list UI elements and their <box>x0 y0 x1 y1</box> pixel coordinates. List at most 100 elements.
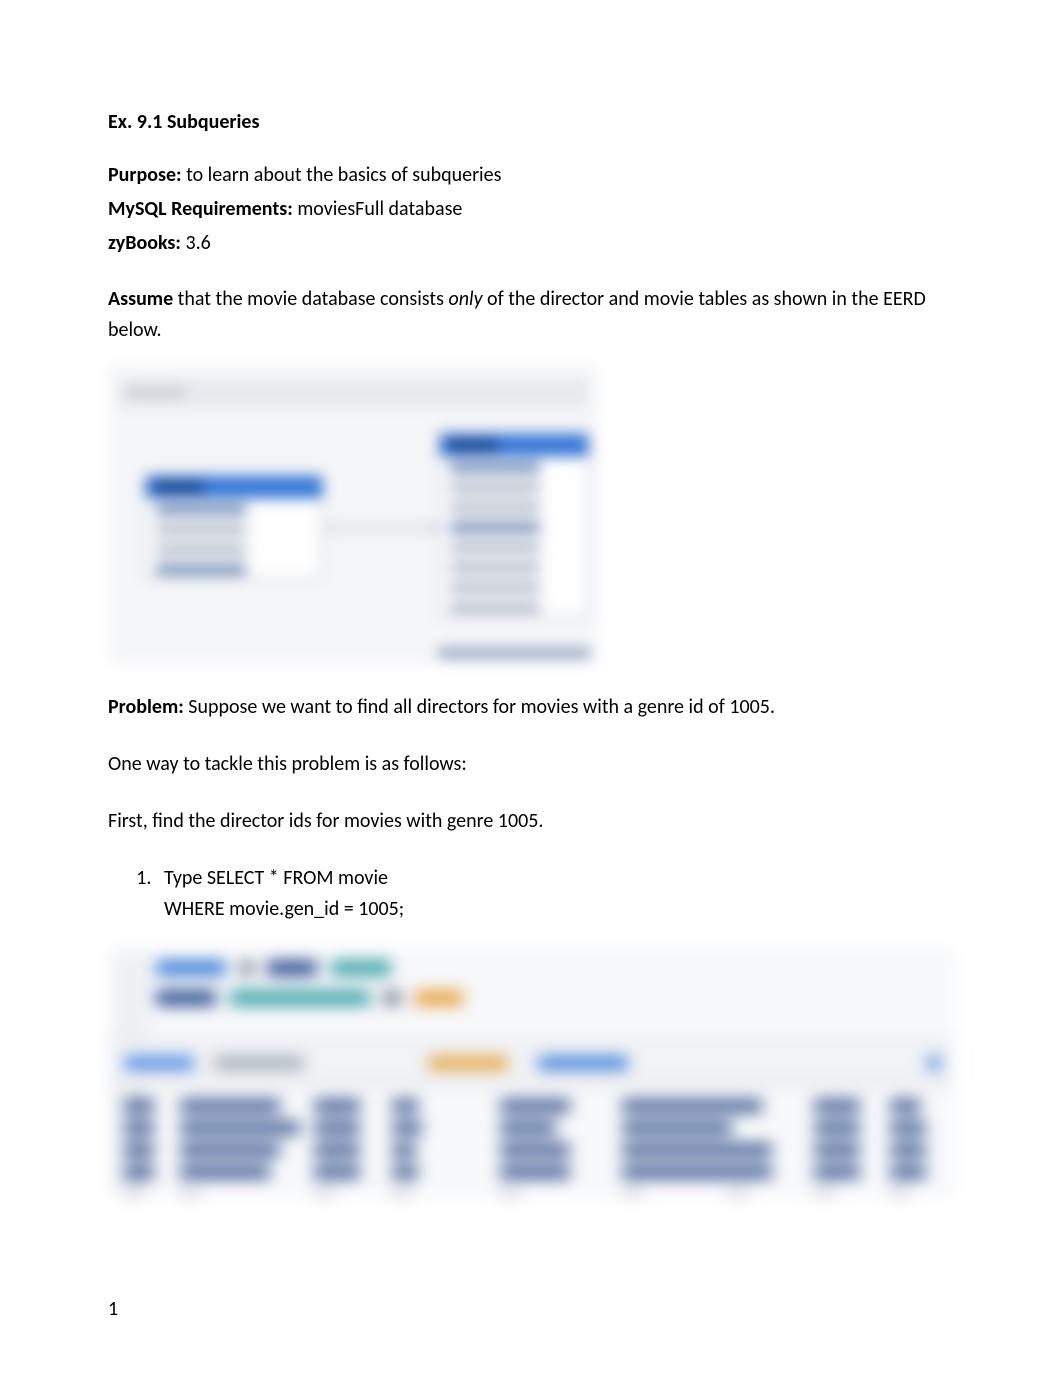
meta-block: Purpose: to learn about the basics of su… <box>108 160 954 258</box>
sql-literal <box>415 991 463 1005</box>
result-cell <box>890 1122 926 1134</box>
result-cell <box>890 1100 920 1112</box>
eerd-entity-header <box>146 476 322 498</box>
result-toolbar <box>108 1043 954 1083</box>
eerd-entity-row <box>440 496 588 516</box>
result-cell <box>500 1188 520 1197</box>
result-cell <box>124 1144 154 1156</box>
document-page: Ex. 9.1 Subqueries Purpose: to learn abo… <box>0 0 1062 1257</box>
eerd-entity-movie <box>438 432 590 618</box>
eerd-entity-row <box>440 556 588 576</box>
result-cell <box>890 1144 926 1156</box>
eerd-entity-director <box>144 474 324 580</box>
result-cell <box>814 1188 834 1197</box>
result-cell <box>314 1144 360 1156</box>
result-cell <box>500 1144 570 1156</box>
steps-list: Type SELECT * FROM movie WHERE movie.gen… <box>156 863 954 925</box>
query-result-image <box>108 947 954 1197</box>
mysql-line: MySQL Requirements: moviesFull database <box>108 194 954 224</box>
result-cell <box>180 1100 280 1112</box>
result-cell <box>728 1188 748 1197</box>
eerd-entity-row <box>440 476 588 496</box>
eerd-entity-row <box>146 558 322 578</box>
eerd-entity-row <box>440 516 588 536</box>
result-cell <box>814 1100 860 1112</box>
result-cell <box>392 1100 418 1112</box>
assume-paragraph: Assume that the movie database consists … <box>108 284 954 346</box>
purpose-label: Purpose: <box>108 163 182 187</box>
result-cell <box>500 1100 570 1112</box>
result-cell <box>314 1188 334 1197</box>
result-cell <box>622 1188 642 1197</box>
eerd-entity-row <box>440 456 588 476</box>
result-row <box>124 1119 938 1137</box>
toolbar-chip <box>214 1057 304 1069</box>
result-cell <box>124 1100 154 1112</box>
result-cell <box>180 1166 270 1178</box>
assume-pre: that the movie database consists <box>173 287 448 311</box>
page-number: 1 <box>108 1297 118 1321</box>
toolbar-chip <box>538 1057 628 1069</box>
assume-only: only <box>448 287 482 311</box>
result-cell <box>622 1122 732 1134</box>
result-row <box>124 1163 938 1181</box>
sql-token <box>383 991 401 1005</box>
result-cell <box>392 1188 412 1197</box>
result-cell <box>392 1166 418 1178</box>
problem-text: Suppose we want to find all directors fo… <box>184 695 775 719</box>
result-cell <box>622 1144 772 1156</box>
problem-paragraph: Problem: Suppose we want to find all dir… <box>108 692 954 723</box>
result-cell <box>392 1144 416 1156</box>
result-divider <box>108 1039 954 1041</box>
sql-keyword <box>267 961 317 975</box>
sql-line <box>156 961 942 987</box>
step-line1: Type SELECT * FROM movie <box>164 866 388 890</box>
result-cell <box>814 1166 860 1178</box>
result-cell <box>622 1166 772 1178</box>
zybooks-text: 3.6 <box>181 231 211 255</box>
eerd-entity-row <box>146 498 322 518</box>
result-cell <box>180 1188 200 1197</box>
result-cell <box>124 1122 154 1134</box>
approach-paragraph: One way to tackle this problem is as fol… <box>108 749 954 780</box>
sql-keyword <box>156 991 216 1005</box>
purpose-text: to learn about the basics of subqueries <box>182 163 502 187</box>
sql-identifier <box>230 991 370 1005</box>
result-cell <box>180 1144 280 1156</box>
eerd-diagram-image <box>108 364 598 664</box>
zybooks-line: zyBooks: 3.6 <box>108 228 954 258</box>
result-row <box>124 1185 938 1197</box>
result-cell <box>180 1122 300 1134</box>
step-line2: WHERE movie.gen_id = 1005; <box>164 897 404 921</box>
result-cell <box>314 1166 360 1178</box>
result-row <box>124 1141 938 1159</box>
problem-label: Problem: <box>108 695 184 719</box>
eerd-footer-band <box>438 648 590 658</box>
first-step-paragraph: First, find the director ids for movies … <box>108 806 954 837</box>
result-cell <box>814 1122 860 1134</box>
result-cell <box>124 1188 144 1197</box>
mysql-label: MySQL Requirements: <box>108 197 293 221</box>
eerd-entity-row <box>146 538 322 558</box>
toolbar-chip <box>928 1057 940 1069</box>
result-cell <box>314 1122 360 1134</box>
eerd-entity-row <box>146 518 322 538</box>
eerd-top-band <box>118 378 588 408</box>
eerd-entity-row <box>440 576 588 596</box>
eerd-entity-row <box>440 596 588 616</box>
eerd-entity-header <box>440 434 588 456</box>
toolbar-chip <box>124 1057 194 1069</box>
result-cell <box>500 1166 570 1178</box>
result-cell <box>392 1122 422 1134</box>
result-cell <box>314 1100 360 1112</box>
result-cell <box>814 1144 860 1156</box>
toolbar-chip <box>428 1057 508 1069</box>
result-cell <box>890 1166 926 1178</box>
mysql-text: moviesFull database <box>293 197 463 221</box>
result-cell <box>622 1100 762 1112</box>
result-cell <box>124 1166 154 1178</box>
result-cell <box>890 1188 910 1197</box>
step-item: Type SELECT * FROM movie WHERE movie.gen… <box>156 863 954 925</box>
result-header-sep <box>108 1083 954 1085</box>
eerd-connector <box>324 519 438 537</box>
